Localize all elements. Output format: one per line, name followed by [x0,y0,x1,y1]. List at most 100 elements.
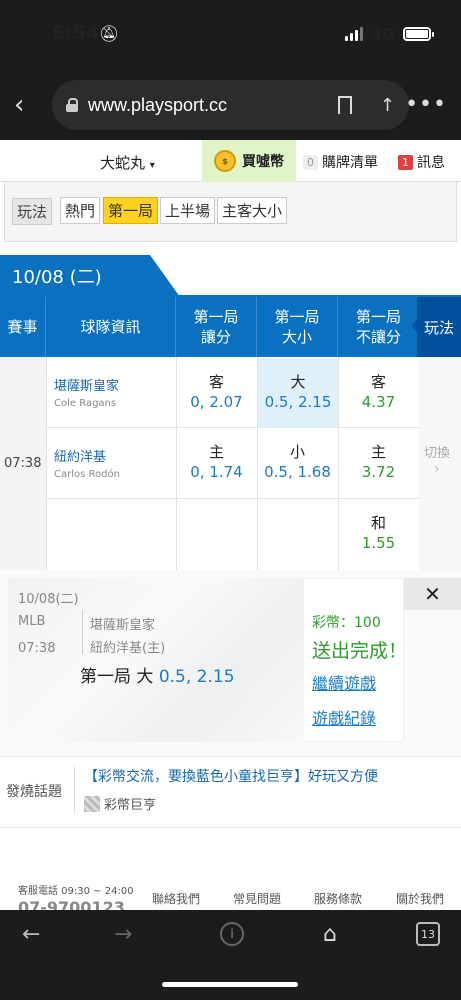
share-icon[interactable]: ↑ [380,95,395,116]
messages-count: 1 [398,154,413,170]
date-tab[interactable]: 10/08 (二) [0,255,180,297]
back-button[interactable]: ‹ [14,90,24,120]
odds-value: 1.55 [361,534,396,552]
odds-cell-spread-away[interactable]: 客 0, 2.07 [176,358,257,428]
odds-cell-moneyline-away[interactable]: 客 4.37 [338,358,419,428]
nickname: 大蛇丸 [100,154,146,172]
odds-value: 0, 1.74 [190,463,243,481]
hot-topic-title[interactable]: 【彩幣交流，要換藍色小童找巨亨】好玩又方便 [84,766,378,786]
header-first-inning-total: 第一局 大小 [257,297,338,357]
home-indicator [162,982,298,987]
footer-hotline: 客服電話 09:30 ~ 24:00 [18,886,134,897]
hot-topic-label: 發燒話題 [6,784,62,800]
buy-list-count: 0 [303,154,318,170]
odds-value: 3.72 [361,463,396,481]
topic-divider [74,766,75,814]
footer-contact-link[interactable]: 聯絡我們 [152,890,200,907]
odds-value: 0, 2.07 [190,393,243,411]
chip-hot[interactable]: 熱門 [60,197,101,224]
popup-away-team: 堪薩斯皇家 [90,618,156,633]
user-menu[interactable]: 大蛇丸 ▾ [100,152,155,173]
author-name: 彩幣巨亨 [104,798,157,813]
buy-coin-button[interactable]: $ 買噓幣 [202,140,296,182]
col-divider [46,357,47,570]
forward-arrow-icon[interactable]: → [114,922,132,947]
away-team[interactable]: 堪薩斯皇家 Cole Ragans [54,375,119,409]
hot-topic-author[interactable]: 彩幣巨亨 [84,794,156,813]
switch-button[interactable] [419,357,461,570]
footer-terms-link[interactable]: 服務條款 [314,890,362,907]
odds-side: 客 [208,373,224,391]
odds-value: 0.5, 2.15 [264,393,332,411]
caret-down-icon: ▾ [149,160,155,171]
url-text: www.playsport.cc [88,94,228,115]
odds-value: 0.5, 1.68 [264,463,331,481]
switch-label: 切換 [424,446,451,461]
popup-coins: 彩幣：100 [312,615,381,631]
odds-cell-total-under[interactable]: 小 0.5, 1.68 [257,428,338,498]
game-record-link[interactable]: 遊戲紀錄 [312,705,376,729]
filter-label: 玩法 [12,198,53,225]
buy-coin-label: 買噓幣 [242,154,284,170]
odds-cell-draw[interactable]: 和 1.55 [338,499,419,569]
odds-cell-total-over[interactable]: 大 0.5, 2.15 [258,358,338,428]
odds-side: 客 [370,373,386,391]
signal-icon [344,26,363,41]
odds-side: 和 [370,514,386,532]
continue-game-link[interactable]: 繼續遊戲 [312,670,376,694]
odds-cell-spread-home[interactable]: 主 0, 1.74 [176,428,257,498]
network-label: 4G [370,24,395,43]
back-arrow-icon[interactable]: ← [22,922,40,947]
popup-bet: 第一局 大 0.5, 2.15 [80,662,235,687]
popup-bet-prefix: 第一局 大 [80,667,154,687]
chip-first-inning[interactable]: 第一局 [103,197,159,224]
status-right: 4G [344,24,434,43]
coin-icon: $ [214,150,236,172]
odds-value: 4.37 [361,393,396,411]
address-bar[interactable]: www.playsport.cc ↑ [52,80,409,130]
more-icon[interactable]: ••• [405,92,447,117]
popup-divider [82,610,83,654]
home-team-name: 紐約洋基 [54,450,107,465]
info-icon[interactable]: i [220,922,244,946]
silent-icon: 🔕︎ [99,24,120,43]
home-icon[interactable]: ⌂ [323,922,337,947]
odds-side: 大 [290,373,306,391]
away-team-name: 堪薩斯皇家 [54,379,120,394]
author-avatar-icon [84,795,100,812]
odds-cell-moneyline-home[interactable]: 主 3.72 [338,428,419,498]
popup-league: MLB [18,614,46,629]
header-play-type[interactable]: 玩法 [417,297,461,357]
popup-sent: 送出完成！ [312,640,408,662]
header-first-inning-moneyline: 第一局 不讓分 [355,308,401,346]
header-first-inning-spread: 第一局 讓分 [176,297,257,357]
odds-side: 主 [370,443,386,461]
popup-bet-value: 0.5, 2.15 [158,667,235,687]
away-pitcher: Cole Ragans [54,398,117,409]
chip-home-away-total[interactable]: 主客大小 [217,197,288,224]
messages-link[interactable]: 1 訊息 [398,152,445,172]
lock-icon [66,98,78,112]
messages-label: 訊息 [417,155,445,171]
odds-side: 小 [289,443,305,461]
header-event: 賽事 [0,297,46,357]
popup-date: 10/08(二) [18,592,79,607]
home-pitcher: Carlos Rodón [54,469,120,480]
buy-list-link[interactable]: 0 購牌清單 [303,152,378,172]
odds-side: 主 [208,443,224,461]
popup-home-team: 紐約洋基(主) [90,641,166,656]
battery-icon [403,26,434,41]
close-icon[interactable]: ✕ [404,578,461,610]
popup-time: 07:38 [18,641,56,656]
footer-about-link[interactable]: 關於我們 [396,890,444,907]
status-time: 6:54 [52,22,100,44]
chip-first-half[interactable]: 上半場 [160,197,216,224]
chevron-right-icon: › [434,461,440,477]
match-time: 07:38 [4,456,42,471]
home-team[interactable]: 紐約洋基 Carlos Rodón [54,446,120,480]
tabs-icon[interactable]: 13 [416,922,440,946]
header-team-info: 球隊資訊 [46,297,176,357]
bookmark-icon[interactable] [337,96,352,114]
buy-list-label: 購牌清單 [322,155,378,171]
footer-faq-link[interactable]: 常見問題 [233,890,281,907]
